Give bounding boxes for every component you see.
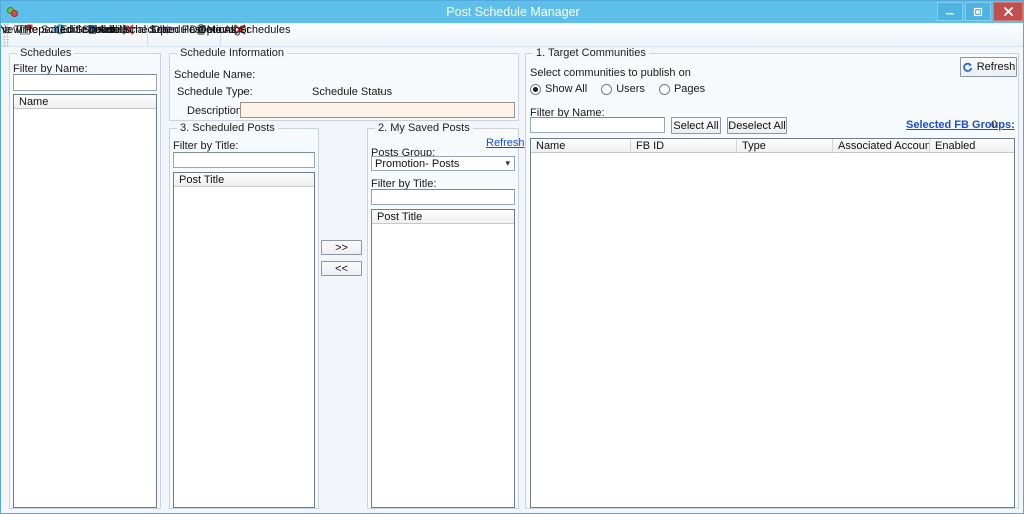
radio-show-all[interactable]: Show All xyxy=(530,83,587,95)
saved-posts-filter-input[interactable] xyxy=(371,189,515,205)
schedules-list-body[interactable] xyxy=(14,109,156,507)
saved-posts-list-header: Post Title xyxy=(372,210,514,224)
column-post-title: Post Title xyxy=(377,210,423,223)
schedule-type-value: - xyxy=(241,86,245,98)
close-button[interactable] xyxy=(993,2,1023,21)
chevron-down-icon: ▾ xyxy=(505,158,510,168)
communities-filter-input[interactable] xyxy=(530,117,665,133)
communities-table-body[interactable] xyxy=(531,153,1014,507)
column-associated-account: Associated Account xyxy=(833,139,930,153)
saved-posts-refresh-link[interactable]: Refresh xyxy=(486,137,525,149)
radio-users[interactable]: Users xyxy=(601,83,645,95)
communities-table[interactable]: Name FB ID Type Associated Account Enabl… xyxy=(530,138,1015,508)
posts-group-select[interactable]: Promotion- Posts ▾ xyxy=(371,156,515,171)
scheduled-posts-list-body[interactable] xyxy=(174,187,314,507)
column-post-title: Post Title xyxy=(179,173,225,186)
scheduled-posts-list-header: Post Title xyxy=(174,173,314,187)
schedules-filter-input[interactable] xyxy=(13,74,157,91)
radio-pages[interactable]: Pages xyxy=(658,83,706,95)
deselect-all-button[interactable]: Deselect All xyxy=(727,117,787,134)
refresh-button-label: Refresh xyxy=(976,61,1016,73)
schedule-information-caption: Schedule Information xyxy=(177,47,287,59)
schedule-status-value: - xyxy=(379,86,383,98)
column-enabled: Enabled xyxy=(935,139,976,152)
description-input[interactable] xyxy=(240,102,515,118)
radio-dot-selected xyxy=(530,83,541,95)
radio-label: Show All xyxy=(545,83,588,95)
selected-fb-groups-count: 0 xyxy=(991,119,998,131)
schedules-list[interactable]: Name xyxy=(13,94,157,508)
scheduled-posts-filter-label: Filter by Title: xyxy=(173,140,239,152)
minimize-button[interactable] xyxy=(937,2,963,21)
window-title: Post Schedule Manager xyxy=(446,5,580,19)
saved-posts-list[interactable]: Post Title xyxy=(371,209,515,508)
schedule-name-value: - xyxy=(241,69,245,81)
scheduled-posts-list[interactable]: Post Title xyxy=(173,172,315,508)
radio-label: Pages xyxy=(673,83,706,95)
refresh-icon xyxy=(962,62,973,73)
scheduled-posts-filter-input[interactable] xyxy=(173,152,315,168)
selected-fb-groups-link[interactable]: Selected FB Groups: xyxy=(906,119,1015,131)
select-all-button[interactable]: Select All xyxy=(671,117,721,134)
column-type: Type xyxy=(737,139,833,153)
communities-table-header: Name FB ID Type Associated Account Enabl… xyxy=(531,139,1014,153)
window-controls xyxy=(937,2,1023,22)
app-logo-icon xyxy=(5,4,21,20)
radio-label: Users xyxy=(616,83,645,95)
column-name: Name xyxy=(19,95,49,108)
add-to-schedule-button[interactable]: >> xyxy=(321,240,362,255)
posts-group-value: Promotion- Posts xyxy=(375,157,460,170)
community-type-radio-group: Show All Users Pages xyxy=(530,83,715,95)
post-schedule-manager-window: Post Schedule Manager 1 ne Time Schedule… xyxy=(0,0,1024,514)
radio-dot xyxy=(601,83,613,95)
maximize-button[interactable] xyxy=(965,2,991,21)
schedules-list-header: Name xyxy=(14,95,156,109)
column-name: Name xyxy=(531,139,631,153)
scheduled-posts-caption: 3. Scheduled Posts xyxy=(177,122,278,134)
radio-dot xyxy=(658,83,670,95)
saved-posts-list-body[interactable] xyxy=(372,224,514,507)
remove-from-schedule-button[interactable]: << xyxy=(321,261,362,276)
toolbar: 1 New One Time Schedule New Repeated Sch… xyxy=(1,23,1023,47)
target-communities-caption: 1. Target Communities xyxy=(533,47,649,59)
description-label: Description: xyxy=(187,105,246,117)
column-fb-id: FB ID xyxy=(631,139,737,153)
target-communities-refresh-button[interactable]: Refresh xyxy=(960,57,1017,77)
schedules-panel-caption: Schedules xyxy=(17,47,75,59)
toolbar-delete-all-schedules[interactable]: Delete All Schedules xyxy=(190,23,291,47)
target-communities-subtitle: Select communities to publish on xyxy=(530,67,691,79)
title-bar: Post Schedule Manager xyxy=(1,1,1023,23)
toolbar-label: Delete All Schedules xyxy=(189,24,291,36)
saved-posts-caption: 2. My Saved Posts xyxy=(375,122,473,134)
